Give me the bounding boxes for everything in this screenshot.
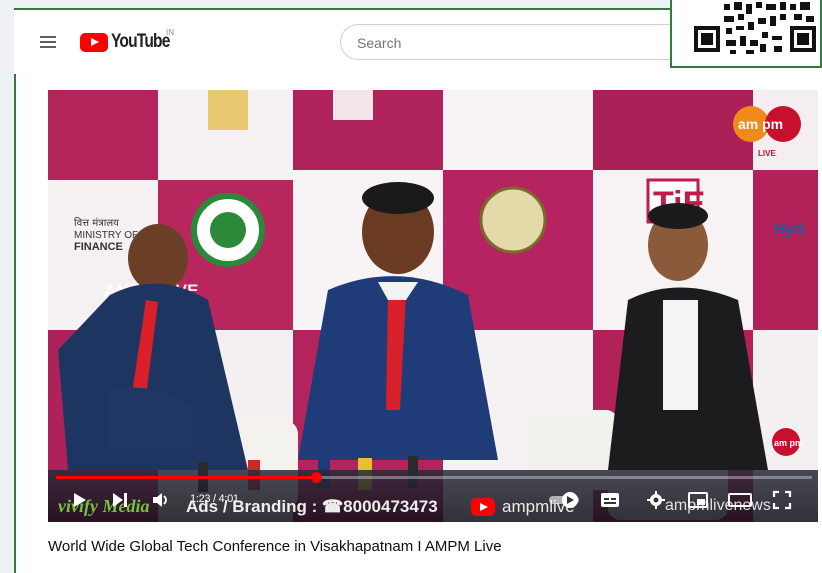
miniplayer-icon[interactable] — [688, 491, 708, 509]
progress-fill — [56, 476, 317, 479]
search-input[interactable] — [355, 34, 659, 52]
video-player[interactable]: TiE वित्त मंत्रालय MINISTRY OF FINANCE H… — [48, 90, 818, 522]
banner-ministry-hindi: वित्त मंत्रालय — [74, 217, 119, 229]
qr-code-panel — [670, 0, 822, 68]
ticker-youtube-icon — [471, 498, 495, 516]
autoplay-toggle-icon[interactable] — [548, 491, 582, 509]
time-display: 1:23 / 4:01 — [190, 493, 239, 505]
seal-logo — [479, 186, 547, 254]
banner-ministry-en-line2: FINANCE — [74, 241, 123, 253]
current-time: 1:23 — [190, 493, 211, 505]
channel-logo-text: am pm — [738, 116, 783, 132]
youtube-play-icon — [80, 32, 108, 52]
ticker-social-text: ampmlivenews — [665, 497, 771, 514]
duration: 4:01 — [218, 493, 240, 505]
volume-icon[interactable] — [152, 491, 170, 509]
subtitles-icon[interactable] — [600, 491, 620, 509]
theater-mode-icon[interactable] — [728, 491, 752, 509]
country-code: IN — [166, 28, 174, 37]
fullscreen-icon[interactable] — [772, 490, 792, 510]
corner-logo-text: am pm — [774, 438, 803, 448]
hamburger-menu-icon[interactable] — [40, 36, 56, 48]
next-icon[interactable] — [112, 492, 128, 508]
play-icon[interactable] — [72, 492, 88, 508]
settings-gear-icon[interactable] — [646, 490, 666, 510]
progress-bar[interactable] — [56, 472, 812, 483]
youtube-logo-text: YouTube — [111, 31, 170, 52]
banner-ministry-en-line1: MINISTRY OF — [74, 230, 138, 241]
channel-logo-sub: LIVE — [758, 149, 776, 158]
video-title[interactable]: World Wide Global Tech Conference in Vis… — [48, 538, 502, 555]
scrubber-handle[interactable] — [311, 472, 323, 483]
search-box[interactable] — [340, 24, 680, 60]
banner-hyd: Hyd — [774, 221, 804, 238]
video-frame[interactable]: TiE वित्त मंत्रालय MINISTRY OF FINANCE H… — [48, 90, 818, 522]
qr-code-icon — [690, 0, 820, 56]
